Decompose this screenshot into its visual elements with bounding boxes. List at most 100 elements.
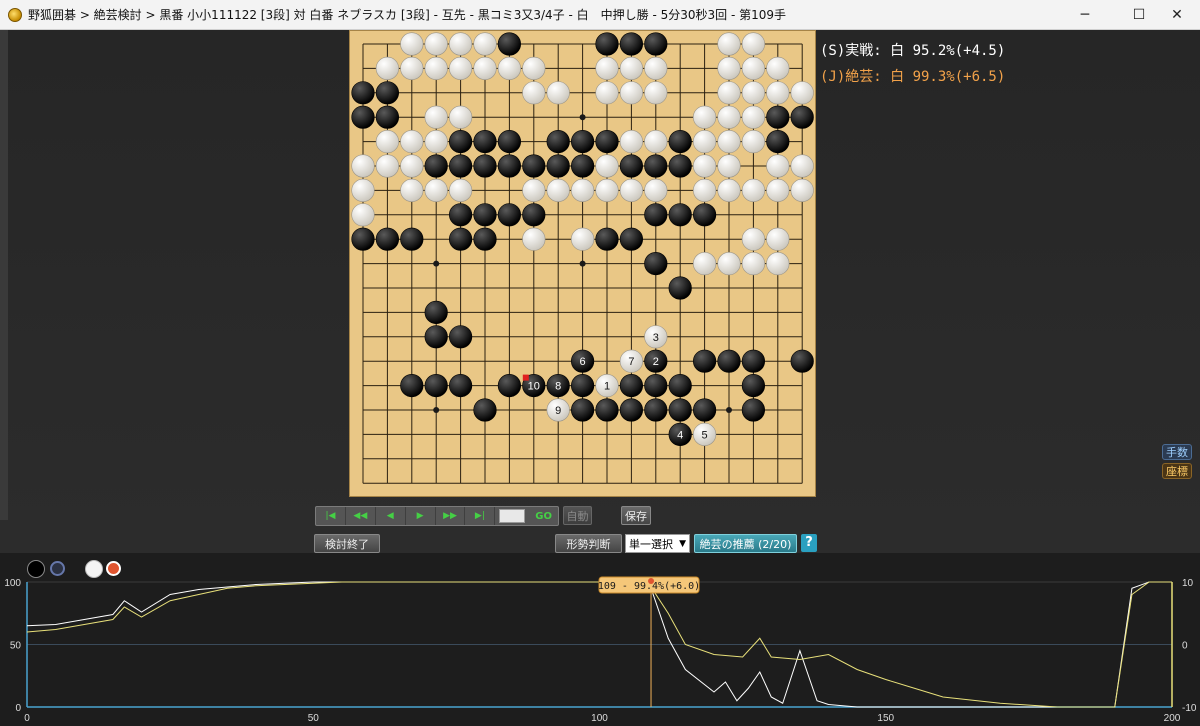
black-stone [571,398,595,422]
last-move-button[interactable]: ▶| [465,507,496,525]
black-stone [644,203,668,227]
move-number-label: 2 [653,356,659,368]
star-point [726,407,732,413]
back-button[interactable]: ◀ [376,507,406,525]
move-number-label: 3 [653,332,659,344]
x-tick-label: 150 [877,713,894,724]
white-stone [644,81,668,105]
black-stone [668,154,692,178]
white-stone [595,81,619,105]
black-stone [448,203,473,227]
white-stone [619,56,644,81]
black-stone [644,374,668,398]
forward-10-button[interactable]: ▶▶ [436,507,466,525]
white-stone [741,81,766,105]
move-numbers-toggle[interactable]: 手数 [1162,444,1192,460]
back-10-button[interactable]: ◀◀ [346,507,376,525]
black-ai-legend-icon [50,561,65,576]
star-point [433,407,440,413]
last-move-marker [522,374,529,381]
move-number-label: 5 [702,429,708,441]
white-stone [400,154,424,178]
selection-mode-select[interactable]: 単一選択 ▼ [625,534,690,553]
title-bar: 野狐囲碁 > 絶芸検討 > 黒番 小小111122 [3段] 対 白番 ネブラス… [0,0,1200,30]
y-tick-label: 0 [15,703,21,714]
black-stone [400,374,424,398]
move-number-label: 6 [580,356,586,368]
black-stone [619,374,644,398]
white-stone [375,56,400,81]
white-stone [693,252,717,276]
save-button[interactable]: 保存 [621,506,651,525]
end-review-button[interactable]: 検討終了 [314,534,380,553]
white-stone [571,178,595,202]
forward-button[interactable]: ▶ [406,507,436,525]
black-stone [473,227,497,251]
black-stone [497,154,521,178]
black-stone [619,227,644,251]
black-stone [473,203,497,227]
y-tick-label: 50 [10,641,22,652]
white-stone [473,32,497,56]
black-stone [448,374,473,398]
y2-tick-label: 0 [1182,641,1188,652]
black-stone [595,227,619,251]
white-stone [448,105,473,129]
navigation-bar: |◀ ◀◀ ◀ ▶ ▶▶ ▶| GO [315,506,559,526]
go-board[interactable]: 1 2 3 4 5 6 7 8 9 10 [350,31,815,496]
go-button[interactable]: GO [529,511,558,522]
black-stone [424,374,448,398]
black-player-legend-icon [27,560,45,578]
white-stone [400,129,424,154]
white-stone [766,227,790,251]
black-stone [668,129,692,154]
white-stone [400,178,424,202]
black-stone [546,129,570,154]
x-tick-label: 0 [24,713,30,724]
situation-judge-button[interactable]: 形勢判断 [555,534,622,553]
black-stone [448,154,473,178]
white-player-legend-icon [85,560,103,578]
white-stone [424,178,448,202]
help-button[interactable]: ? [801,534,817,552]
white-stone [717,56,741,81]
black-stone [717,349,741,373]
board-canvas[interactable]: 1 2 3 4 5 6 7 8 9 10 [350,31,815,496]
black-stone [693,203,717,227]
minimize-button[interactable]: ─ [1062,0,1108,29]
move-number-label: 8 [555,381,561,393]
black-stone [595,398,619,422]
white-stone [644,129,668,154]
auto-play-button[interactable]: 自動 [563,506,592,525]
white-stone [717,105,741,129]
white-stone [766,81,790,105]
black-stone [351,105,375,129]
black-stone [741,398,766,422]
actual-evaluation: (S)実戦: 白 95.2%(+4.5) [820,43,1006,59]
white-stone [644,56,668,81]
black-stone [619,154,644,178]
ai-recommend-button[interactable]: 絶芸の推薦 (2/20) [694,534,797,553]
move-number-input[interactable] [499,509,526,523]
white-stone [522,178,546,202]
black-stone [522,154,546,178]
x-tick-label: 200 [1164,713,1181,724]
first-move-button[interactable]: |◀ [316,507,346,525]
white-stone [693,178,717,202]
white-stone [790,81,814,105]
black-stone [571,374,595,398]
move-number-label: 4 [677,429,683,441]
black-stone [693,349,717,373]
winrate-chart: 0 50 100 -10 0 10 0 50 100 150 200 109 - 99.4%(+6.0… [0,553,1200,726]
close-button[interactable]: ✕ [1154,0,1200,29]
black-stone [424,154,448,178]
cursor-marker [648,578,655,584]
white-stone [790,178,814,202]
coordinates-toggle[interactable]: 座標 [1162,463,1192,479]
white-stone [400,32,424,56]
black-stone [668,276,692,300]
white-stone [595,56,619,81]
black-stone [644,154,668,178]
white-stone [693,129,717,154]
white-stone [741,129,766,154]
